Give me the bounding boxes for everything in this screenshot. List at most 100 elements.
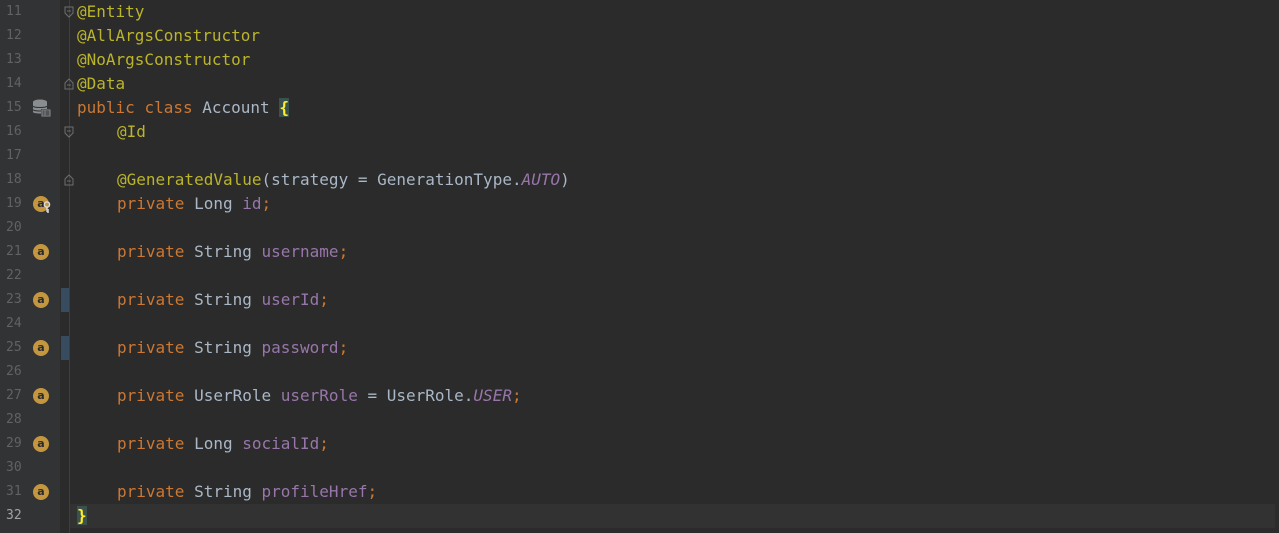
fold-collapse-icon[interactable]: [62, 125, 76, 139]
type-token: String: [184, 482, 262, 501]
code-text[interactable]: public class Account {: [77, 96, 289, 120]
line-number: 25: [6, 340, 22, 355]
matched-brace-open: {: [279, 98, 289, 117]
annotation-token: @AllArgsConstructor: [77, 26, 261, 45]
line-number: 19: [6, 196, 22, 211]
line-background: [70, 408, 1275, 432]
code-line[interactable]: 31 a private String profileHref;: [0, 480, 1279, 504]
line-number: 11: [6, 4, 22, 19]
semicolon-token: ;: [319, 434, 329, 453]
fold-collapse-icon[interactable]: [62, 5, 76, 19]
code-line[interactable]: 13 @NoArgsConstructor: [0, 48, 1279, 72]
vcs-change-marker[interactable]: [61, 288, 69, 312]
code-line[interactable]: 24: [0, 312, 1279, 336]
class-name-token: Account: [192, 98, 280, 117]
line-number: 18: [6, 172, 22, 187]
annotation-token: @NoArgsConstructor: [77, 50, 251, 69]
semicolon-token: ;: [338, 338, 349, 357]
code-line[interactable]: 16 @Id: [0, 120, 1279, 144]
code-text[interactable]: private String username;: [77, 240, 348, 264]
fold-end-icon[interactable]: [62, 77, 76, 91]
code-text[interactable]: private String userId;: [77, 288, 329, 312]
field-id-key-icon[interactable]: a: [33, 195, 51, 213]
line-number: 31: [6, 484, 22, 499]
constant-token: AUTO: [521, 170, 561, 189]
code-line[interactable]: 20: [0, 216, 1279, 240]
field-badge-glyph: a: [33, 484, 49, 500]
line-number: 24: [6, 316, 22, 331]
type-token: String: [184, 242, 262, 261]
code-line[interactable]: 30: [0, 456, 1279, 480]
code-line[interactable]: 27 a private UserRole userRole = UserRol…: [0, 384, 1279, 408]
field-icon[interactable]: a: [33, 243, 51, 261]
key-icon: [43, 201, 51, 213]
code-text[interactable]: private String profileHref;: [77, 480, 377, 504]
code-line[interactable]: 22: [0, 264, 1279, 288]
field-icon[interactable]: a: [33, 483, 51, 501]
line-background: [70, 120, 1275, 144]
field-badge-glyph: a: [33, 388, 49, 404]
code-text[interactable]: private Long id;: [77, 192, 271, 216]
keyword-token: private: [117, 242, 185, 261]
type-token: String: [184, 290, 262, 309]
line-number: 20: [6, 220, 22, 235]
line-number: 22: [6, 268, 22, 283]
code-text[interactable]: private String password;: [77, 336, 348, 360]
fold-end-icon[interactable]: [62, 173, 76, 187]
paren-token: ): [560, 170, 570, 189]
line-number: 14: [6, 76, 22, 91]
assignment-token: = UserRole.: [357, 386, 474, 405]
keyword-token: private: [117, 482, 185, 501]
code-line[interactable]: 23 a private String userId;: [0, 288, 1279, 312]
vcs-change-marker[interactable]: [61, 336, 69, 360]
code-line-current[interactable]: 32 }: [0, 504, 1279, 528]
code-text[interactable]: private Long socialId;: [77, 432, 329, 456]
code-line[interactable]: 28: [0, 408, 1279, 432]
field-token: profileHref: [261, 482, 368, 501]
code-line[interactable]: 29 a private Long socialId;: [0, 432, 1279, 456]
code-line[interactable]: 12 @AllArgsConstructor: [0, 24, 1279, 48]
code-line[interactable]: 19 a private Long id;: [0, 192, 1279, 216]
code-line[interactable]: 21 a private String username;: [0, 240, 1279, 264]
keyword-token: private: [117, 338, 185, 357]
line-number: 32: [6, 508, 22, 523]
code-text[interactable]: private UserRole userRole = UserRole.USE…: [77, 384, 522, 408]
code-text[interactable]: @Data: [77, 72, 125, 96]
database-entity-icon[interactable]: [32, 99, 52, 118]
code-line[interactable]: 15 public class Account {: [0, 96, 1279, 120]
field-token: userId: [261, 290, 320, 309]
line-number: 17: [6, 148, 22, 163]
field-icon[interactable]: a: [33, 291, 51, 309]
code-text[interactable]: @NoArgsConstructor: [77, 48, 250, 72]
line-number: 23: [6, 292, 22, 307]
code-text[interactable]: @GeneratedValue(strategy = GenerationTyp…: [77, 168, 570, 192]
code-text[interactable]: @AllArgsConstructor: [77, 24, 260, 48]
type-token: String: [184, 338, 262, 357]
line-number: 16: [6, 124, 22, 139]
code-text[interactable]: }: [77, 504, 87, 528]
code-text[interactable]: @Id: [77, 120, 146, 144]
field-badge-glyph: a: [33, 340, 49, 356]
code-line[interactable]: 25 a private String password;: [0, 336, 1279, 360]
field-icon[interactable]: a: [33, 387, 51, 405]
semicolon-token: ;: [261, 194, 272, 213]
code-line[interactable]: 17: [0, 144, 1279, 168]
code-line[interactable]: 14 @Data: [0, 72, 1279, 96]
field-icon[interactable]: a: [33, 435, 51, 453]
code-line[interactable]: 18 @GeneratedValue(strategy = Generation…: [0, 168, 1279, 192]
line-background: [70, 0, 1275, 24]
code-line[interactable]: 26: [0, 360, 1279, 384]
line-number: 29: [6, 436, 22, 451]
code-editor[interactable]: 11 @Entity 12 @AllArgsConstructor 13 @No…: [0, 0, 1279, 533]
keyword-token: private: [117, 386, 185, 405]
field-token: userRole: [280, 386, 358, 405]
keyword-token: private: [117, 290, 185, 309]
code-line[interactable]: 11 @Entity: [0, 0, 1279, 24]
line-background: [70, 216, 1275, 240]
field-icon[interactable]: a: [33, 339, 51, 357]
argument-token: (strategy = GenerationType.: [261, 170, 522, 189]
line-background: [70, 72, 1275, 96]
constant-token: USER: [473, 386, 512, 405]
code-text[interactable]: @Entity: [77, 0, 144, 24]
